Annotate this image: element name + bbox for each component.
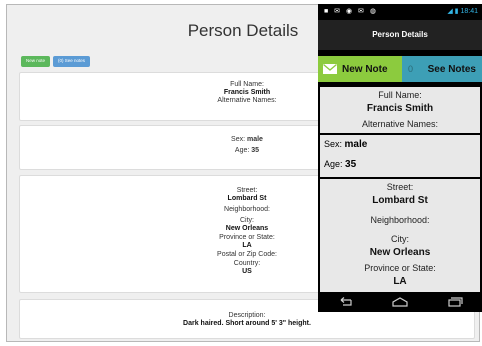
- sex-label: Sex:: [231, 136, 246, 143]
- phone-new-note-label: New Note: [342, 63, 388, 75]
- phone-new-note-button[interactable]: New Note: [318, 56, 402, 82]
- phone-sex-value: male: [344, 139, 368, 150]
- phone-name-card: Full Name: Francis Smith Alternative Nam…: [320, 87, 480, 133]
- phone-city-value: New Orleans: [369, 247, 431, 258]
- phone-address-card: Street: Lombard St Neighborhood: City: N…: [320, 179, 480, 292]
- description-label: Description:: [228, 312, 266, 319]
- status-time: 18:41: [460, 8, 478, 15]
- battery-icon: ▮: [454, 8, 459, 15]
- wifi-icon: ◢: [447, 8, 453, 15]
- sex-value: male: [247, 136, 263, 143]
- see-notes-button[interactable]: (0) See notes: [53, 56, 91, 67]
- status-bar: ■ ✉ ◉ ✉ ◍ ◢ ▮ 18:41: [318, 4, 482, 20]
- phone-button-row: New Note 0 See Notes: [318, 56, 482, 82]
- phone-province-label: Province or State:: [364, 263, 436, 273]
- action-bar-title: Person Details: [318, 20, 482, 50]
- age-value: 35: [251, 147, 260, 154]
- phone-street-label: Street:: [386, 182, 414, 192]
- phone-street-value: Lombard St: [372, 195, 428, 206]
- phone-age-label: Age:: [324, 159, 343, 169]
- age-label: Age:: [234, 147, 250, 154]
- phone-full-name-value: Francis Smith: [366, 103, 434, 114]
- phone-sex-age-card: Sex: male Age: 35: [320, 135, 480, 177]
- phone-province-value: LA: [393, 276, 407, 287]
- button-row: New note (0) See notes: [21, 56, 91, 67]
- phone-alt-names-label: Alternative Names:: [361, 119, 439, 129]
- phone-see-notes-button[interactable]: 0 See Notes: [402, 56, 482, 82]
- phone-see-notes-label: See Notes: [427, 63, 476, 75]
- status-right: ◢ ▮ 18:41: [447, 7, 478, 15]
- recent-apps-icon[interactable]: [447, 297, 463, 307]
- phone-screen: ■ ✉ ◉ ✉ ◍ ◢ ▮ 18:41 Person Details New N…: [318, 4, 482, 312]
- phone-city-label: City:: [391, 234, 409, 244]
- new-note-button[interactable]: New note: [21, 56, 51, 67]
- back-icon[interactable]: [337, 297, 353, 307]
- notification-icons: ■ ✉ ◉ ✉ ◍: [324, 8, 378, 15]
- home-icon[interactable]: [392, 297, 408, 307]
- description-value: Dark haired. Short around 5' 3" height.: [183, 320, 311, 327]
- phone-neighborhood-label: Neighborhood:: [370, 215, 430, 225]
- phone-nav-bar: [318, 292, 482, 312]
- phone-sex-label: Sex:: [324, 139, 343, 149]
- mail-icon: [318, 56, 342, 82]
- notes-count: 0: [408, 64, 414, 74]
- phone-full-name-label: Full Name:: [378, 90, 422, 100]
- phone-age-value: 35: [345, 159, 357, 170]
